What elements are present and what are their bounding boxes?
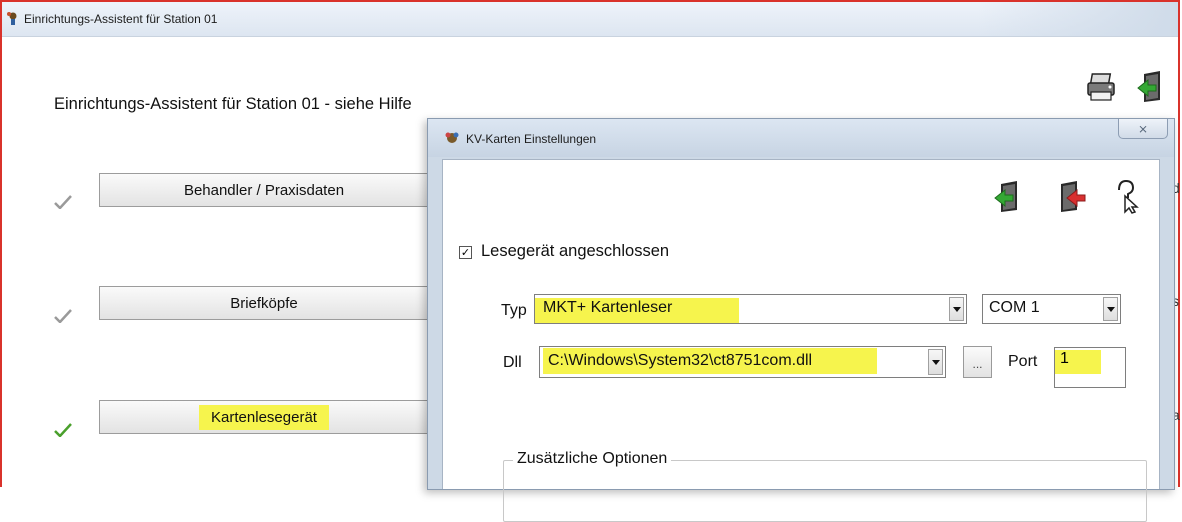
dll-label: Dll xyxy=(503,354,522,371)
close-button[interactable]: ⨯ xyxy=(1118,119,1168,139)
exit-door-green-icon[interactable] xyxy=(993,178,1027,214)
typ-label: Typ xyxy=(501,302,527,319)
button-label: Behandler / Praxisdaten xyxy=(183,181,345,199)
main-titlebar[interactable]: Einrichtungs-Assistent für Station 01 xyxy=(2,2,1178,37)
dll-select[interactable]: C:\Windows\System32\ct8751com.dll xyxy=(539,346,946,378)
dialog-client: ✓ Lesegerät angeschlossen Typ MKT+ Karte… xyxy=(442,159,1160,522)
dialog-title: KV-Karten Einstellungen xyxy=(466,132,597,146)
browse-button[interactable]: ... xyxy=(963,346,992,378)
port-label: Port xyxy=(1008,353,1038,370)
close-icon: ⨯ xyxy=(1137,121,1149,136)
chevron-down-icon[interactable] xyxy=(1103,297,1118,321)
behandler-praxisdaten-button[interactable]: Behandler / Praxisdaten xyxy=(99,173,429,207)
check-done-icon xyxy=(54,195,72,209)
typ-value: MKT+ Kartenleser xyxy=(543,299,673,316)
kartenlesegeraet-button[interactable]: Kartenlesegerät xyxy=(99,400,429,434)
options-group-label: Zusätzliche Optionen xyxy=(513,450,672,468)
window-title: Einrichtungs-Assistent für Station 01 xyxy=(24,12,218,26)
exit-door-red-icon[interactable] xyxy=(1053,178,1087,214)
briefkoepfe-button[interactable]: Briefköpfe xyxy=(99,286,429,320)
reader-connected-checkbox[interactable]: ✓ xyxy=(459,246,472,259)
browse-label: ... xyxy=(972,357,983,371)
dialog-titlebar[interactable]: KV-Karten Einstellungen ⨯ xyxy=(428,119,1174,157)
typ-select[interactable]: MKT+ Kartenleser xyxy=(534,294,967,324)
options-groupbox xyxy=(503,460,1147,522)
button-label: Briefköpfe xyxy=(230,294,298,312)
page-heading: Einrichtungs-Assistent für Station 01 - … xyxy=(54,95,412,113)
port-value: 1 xyxy=(1060,350,1069,367)
button-label: Kartenlesegerät xyxy=(199,404,329,430)
printer-icon[interactable] xyxy=(1084,70,1120,106)
dll-value: C:\Windows\System32\ct8751com.dll xyxy=(548,352,813,369)
kv-karten-dialog: KV-Karten Einstellungen ⨯ ✓ Lesegerät an… xyxy=(427,118,1175,522)
com-value: COM 1 xyxy=(989,299,1040,316)
exit-door-icon[interactable] xyxy=(1136,68,1172,104)
reader-connected-label: Lesegerät angeschlossen xyxy=(481,242,670,260)
com-select[interactable]: COM 1 xyxy=(982,294,1121,324)
app-logo-icon xyxy=(7,12,17,25)
help-pointer-icon[interactable] xyxy=(1111,178,1145,214)
chevron-down-icon[interactable] xyxy=(949,297,964,321)
check-active-icon xyxy=(54,423,72,437)
check-done-icon xyxy=(54,309,72,323)
port-input[interactable]: 1 xyxy=(1054,347,1126,388)
dialog-app-icon xyxy=(445,132,459,143)
chevron-down-icon[interactable] xyxy=(928,349,943,375)
